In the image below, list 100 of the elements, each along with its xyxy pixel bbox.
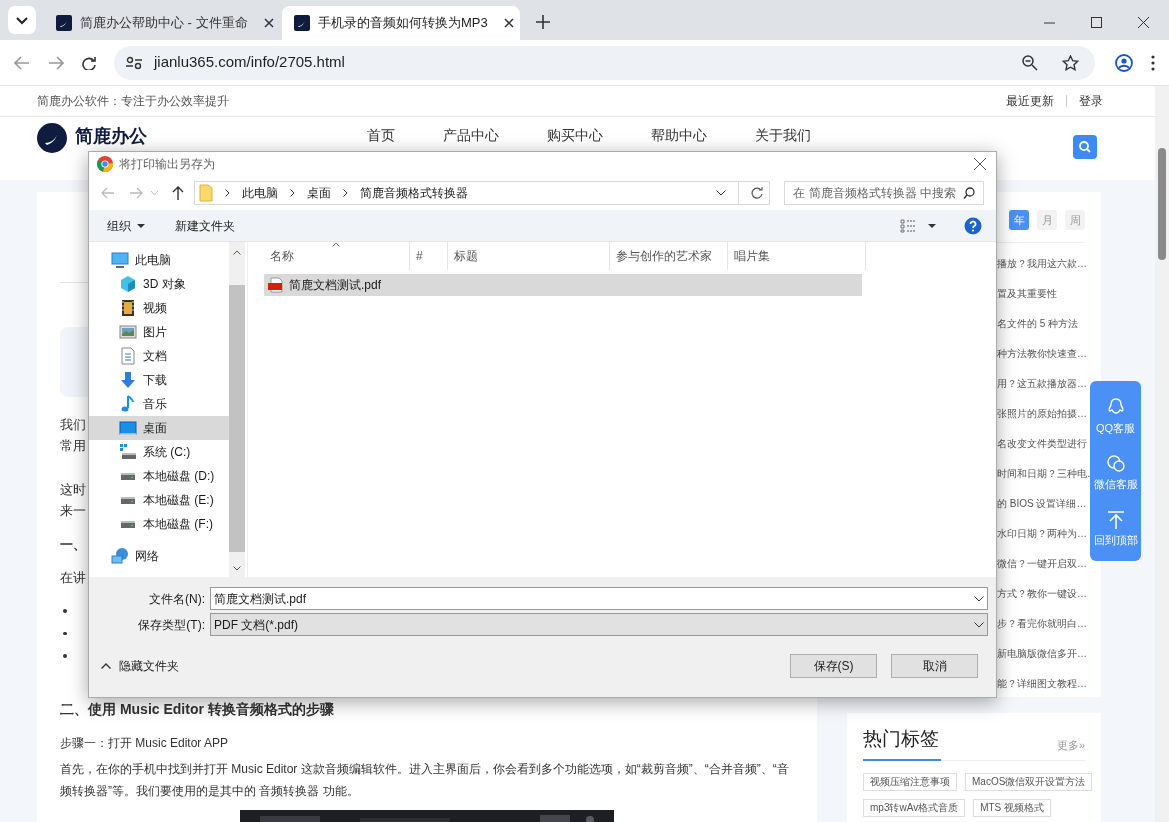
toolbar-button[interactable]: 组织: [107, 216, 145, 235]
forward-icon[interactable]: [48, 55, 64, 70]
nav-item[interactable]: 文档: [89, 344, 229, 368]
dialog-button[interactable]: 取消: [891, 654, 978, 678]
file-row[interactable]: 简鹿文档测试.pdf: [264, 274, 862, 296]
article-link[interactable]: 方式？教你一键设…: [997, 587, 1087, 601]
scrollbar-thumb[interactable]: [229, 285, 245, 552]
article-text: 常用: [60, 437, 86, 456]
view-list-icon[interactable]: [900, 218, 916, 233]
search-field[interactable]: 在 简鹿音频格式转换器 中搜索: [784, 181, 984, 205]
toolbar-button[interactable]: 新建文件夹: [175, 216, 235, 235]
header-link[interactable]: 登录: [1079, 92, 1103, 110]
menu-icon[interactable]: [1151, 54, 1155, 71]
nav-item[interactable]: 视频: [89, 296, 229, 320]
drive-icon: [119, 472, 137, 480]
tag[interactable]: mp3转wAv格式音质: [863, 798, 966, 817]
nav-item[interactable]: 音乐: [89, 392, 229, 416]
nav-item[interactable]: 桌面: [89, 416, 229, 440]
nav-item[interactable]: 系统 (C:): [89, 440, 229, 464]
breadcrumb-item[interactable]: 此电脑: [242, 184, 278, 202]
article-link[interactable]: 播放？我用这六款…: [997, 257, 1087, 271]
chevron-up-icon: [101, 663, 111, 669]
browser-tab[interactable]: 手机录的音频如何转换为MP3: [282, 6, 520, 40]
nav-item[interactable]: 网络: [89, 544, 229, 568]
back-icon[interactable]: [14, 55, 30, 70]
profile-icon[interactable]: [1115, 53, 1133, 72]
column-header[interactable]: 标题: [448, 242, 610, 270]
article-link[interactable]: 名改变文件类型进行: [997, 437, 1087, 451]
scrollbar-thumb[interactable]: [1158, 148, 1166, 260]
tag[interactable]: MacOS微信双开设置方法: [965, 772, 1093, 791]
article-paragraph: 首先，在你的手机中找到并打开 Music Editor 这款音频编辑软件。进入主界面后，你会看到多个功能选项，如“裁剪音频”、“合并音频”、“音频转换器”等。我们要使用的是其中的 音频转换器 功能。: [60, 761, 790, 800]
article-link[interactable]: 微信？一键开启双…: [997, 557, 1087, 571]
dialog-button[interactable]: 保存(S): [790, 654, 877, 678]
music-note-icon: [119, 395, 137, 413]
article-link[interactable]: 能？详细图文教程…: [997, 677, 1087, 691]
caret-icon[interactable]: [928, 223, 936, 228]
up-arrow-icon[interactable]: [172, 186, 184, 200]
caret-down-icon[interactable]: [233, 566, 241, 571]
nav-link[interactable]: 产品中心: [443, 125, 499, 145]
column-header[interactable]: 参与创作的艺术家: [610, 242, 728, 270]
download-arrow-icon: [119, 371, 137, 389]
article-link[interactable]: 用？这五款播放器…: [997, 377, 1087, 391]
section-title: 热门标签: [863, 727, 939, 751]
new-tab-icon[interactable]: [536, 15, 550, 29]
article-link[interactable]: 置及其重要性: [997, 287, 1057, 301]
nav-link[interactable]: 首页: [367, 125, 395, 145]
reload-icon[interactable]: [82, 55, 96, 70]
nav-item[interactable]: 本地磁盘 (F:): [89, 512, 229, 536]
nav-link[interactable]: 关于我们: [755, 125, 811, 145]
address-bar[interactable]: jianlu365.com/info/2705.html: [114, 45, 1095, 80]
refresh-icon[interactable]: [751, 187, 764, 199]
nav-item[interactable]: 图片: [89, 320, 229, 344]
close-icon[interactable]: [974, 158, 986, 170]
column-header[interactable]: #: [410, 242, 448, 270]
article-link[interactable]: 名文件的 5 种方法: [997, 317, 1079, 331]
scrollbar[interactable]: [229, 242, 245, 577]
nav-item[interactable]: 此电脑: [89, 248, 229, 272]
article-link[interactable]: 种方法教你快速查…: [997, 347, 1087, 361]
system-drive-icon: [119, 443, 137, 461]
help-icon[interactable]: [964, 216, 982, 235]
nav-item[interactable]: 3D 对象: [89, 272, 229, 296]
breadcrumb-item[interactable]: 桌面: [307, 184, 331, 202]
computer-icon: [111, 251, 129, 269]
nav-link[interactable]: 购买中心: [547, 125, 603, 145]
nav-item[interactable]: 本地磁盘 (E:): [89, 488, 229, 512]
chevron-right-icon: [343, 189, 348, 197]
dropdown[interactable]: PDF 文档(*.pdf): [210, 613, 988, 636]
input-field[interactable]: 简鹿文档测试.pdf: [210, 587, 988, 610]
search-icon[interactable]: [963, 187, 975, 199]
scrollbar[interactable]: [1155, 86, 1169, 822]
nav-item[interactable]: 本地磁盘 (D:): [89, 464, 229, 488]
tag[interactable]: MTS 视频格式: [973, 798, 1052, 817]
field-label: 保存类型(T):: [137, 616, 206, 634]
nav-link[interactable]: 帮助中心: [651, 125, 707, 145]
breadcrumb-item[interactable]: 简鹿音频格式转换器: [360, 184, 468, 202]
caret-up-icon[interactable]: [233, 250, 241, 255]
article-link[interactable]: 的 BIOS 设置详细…: [997, 497, 1087, 511]
breadcrumb-bar[interactable]: 此电脑 桌面 简鹿音频格式转换器: [194, 181, 771, 205]
header-link[interactable]: 最近更新: [1006, 92, 1054, 110]
article-link[interactable]: 步？看完你就明白…: [997, 617, 1087, 631]
caret-icon[interactable]: [716, 190, 727, 196]
section-heading: 二、使用 Music Editor 转换音频格式的步骤: [60, 700, 335, 719]
article-link[interactable]: 新电脑版微信多开…: [997, 647, 1087, 661]
bullet: [63, 631, 67, 636]
column-header[interactable]: 名称: [264, 242, 410, 270]
site-slogan: 简鹿办公软件：专注于办公效率提升: [37, 93, 229, 110]
close-icon[interactable]: [263, 18, 274, 28]
browser-tab[interactable]: 简鹿办公帮助中心 - 文件重命: [44, 6, 282, 40]
article-link[interactable]: 水印日期？两种为…: [997, 527, 1087, 541]
nav-item[interactable]: 下载: [89, 368, 229, 392]
column-header[interactable]: 唱片集: [728, 242, 866, 270]
tag[interactable]: 视频压缩注意事项: [863, 772, 957, 791]
star-icon[interactable]: [1062, 54, 1079, 71]
close-icon[interactable]: [1138, 17, 1149, 28]
zoom-icon[interactable]: [1022, 54, 1038, 71]
hide-folders-toggle[interactable]: 隐藏文件夹: [101, 657, 179, 675]
tab-list-icon[interactable]: [8, 6, 36, 34]
maximize-icon[interactable]: [1091, 17, 1102, 28]
close-icon[interactable]: [503, 18, 514, 28]
article-link[interactable]: 张照片的原始拍摄…: [997, 407, 1087, 421]
